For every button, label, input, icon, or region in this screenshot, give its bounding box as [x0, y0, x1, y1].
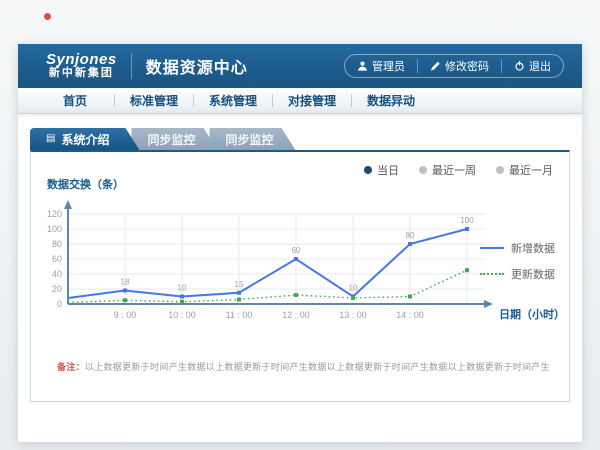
admin-user-label: 管理员	[372, 58, 405, 74]
doc-icon: ▤	[46, 134, 55, 144]
time-range-filter: 当日 最近一周 最近一月	[364, 162, 553, 178]
legend-label: 新增数据	[511, 240, 555, 256]
user-toolbar: 管理员 修改密码 退出	[344, 54, 564, 78]
svg-text:80: 80	[52, 239, 62, 249]
radio-label: 最近一月	[509, 162, 553, 178]
app-window: Synjones 新中新集团 数据资源中心 管理员 修改密码	[18, 44, 582, 442]
footnote: 备注：以上数据更新于时间产生数据以上数据更新于时间产生数据以上数据更新于时间产生…	[57, 360, 549, 373]
nav-item-system-mgmt[interactable]: 系统管理	[194, 92, 272, 109]
main-nav: 首页 标准管理 系统管理 对接管理 数据异动	[18, 88, 582, 114]
svg-text:20: 20	[52, 284, 62, 294]
radio-dot-icon	[364, 166, 372, 174]
svg-text:60: 60	[52, 254, 62, 264]
header-divider	[131, 53, 132, 79]
radio-last-week[interactable]: 最近一周	[419, 162, 476, 178]
svg-text:10: 10	[349, 284, 358, 293]
footnote-text: 以上数据更新于时间产生数据以上数据更新于时间产生数据以上数据更新于时间产生数据以…	[85, 362, 549, 372]
chart-panel: 当日 最近一周 最近一月 数据交换（条） 0204060801001209 : …	[30, 150, 570, 402]
tab-label: 同步监控	[225, 131, 273, 148]
tab-bar: ▤ 系统介绍 同步监控 同步监控	[30, 128, 570, 150]
footnote-prefix: 备注：	[57, 362, 85, 372]
logo: Synjones 新中新集团	[46, 52, 117, 79]
logout-button[interactable]: 退出	[502, 55, 563, 77]
tab-label: 系统介绍	[61, 131, 109, 148]
svg-text:0: 0	[57, 299, 62, 309]
chart-legend: 新增数据 更新数据	[480, 240, 555, 282]
nav-item-data-change[interactable]: 数据异动	[352, 92, 430, 109]
logo-text-cn: 新中新集团	[46, 68, 117, 80]
green-dotted-line-icon	[480, 273, 504, 275]
tab-label: 同步监控	[147, 131, 195, 148]
tab-system-intro[interactable]: ▤ 系统介绍	[30, 128, 139, 150]
nav-item-interface-mgmt[interactable]: 对接管理	[273, 92, 351, 109]
radio-today[interactable]: 当日	[364, 162, 399, 178]
radio-label: 当日	[377, 162, 399, 178]
admin-user-button[interactable]: 管理员	[345, 55, 417, 77]
svg-text:40: 40	[52, 269, 62, 279]
logo-text-en: Synjones	[46, 52, 117, 68]
svg-text:14 : 00: 14 : 00	[396, 310, 424, 320]
radio-label: 最近一周	[432, 162, 476, 178]
tab-sync-monitor-1[interactable]: 同步监控	[131, 128, 217, 150]
svg-text:13 : 00: 13 : 00	[339, 310, 367, 320]
header: Synjones 新中新集团 数据资源中心 管理员 修改密码	[18, 44, 582, 88]
svg-text:10 : 00: 10 : 00	[168, 310, 196, 320]
svg-text:10: 10	[178, 284, 187, 293]
svg-text:9 : 00: 9 : 00	[114, 310, 137, 320]
svg-text:12 : 00: 12 : 00	[282, 310, 310, 320]
svg-text:日期（小时）: 日期（小时）	[499, 307, 565, 321]
radio-last-month[interactable]: 最近一月	[496, 162, 553, 178]
svg-text:80: 80	[406, 231, 415, 240]
radio-dot-icon	[419, 166, 427, 174]
svg-text:100: 100	[47, 224, 62, 234]
radio-dot-icon	[496, 166, 504, 174]
nav-item-standard-mgmt[interactable]: 标准管理	[115, 92, 193, 109]
change-password-label: 修改密码	[445, 58, 489, 74]
tab-sync-monitor-2[interactable]: 同步监控	[209, 128, 295, 150]
svg-text:15: 15	[235, 280, 244, 289]
svg-text:60: 60	[292, 246, 301, 255]
svg-text:120: 120	[47, 209, 62, 219]
power-icon	[514, 60, 525, 72]
edit-icon	[430, 60, 441, 72]
change-password-button[interactable]: 修改密码	[418, 55, 501, 77]
logout-label: 退出	[529, 58, 551, 74]
page-title: 数据资源中心	[146, 54, 248, 78]
legend-label: 更新数据	[511, 266, 555, 282]
blue-line-icon	[480, 247, 504, 249]
svg-text:11 : 00: 11 : 00	[226, 310, 253, 320]
red-dot	[44, 13, 51, 20]
legend-item-updated-data[interactable]: 更新数据	[480, 266, 555, 282]
svg-text:18: 18	[121, 278, 130, 287]
legend-item-new-data[interactable]: 新增数据	[480, 240, 555, 256]
nav-item-home[interactable]: 首页	[36, 92, 114, 109]
svg-text:100: 100	[460, 216, 474, 225]
person-icon	[357, 60, 368, 72]
